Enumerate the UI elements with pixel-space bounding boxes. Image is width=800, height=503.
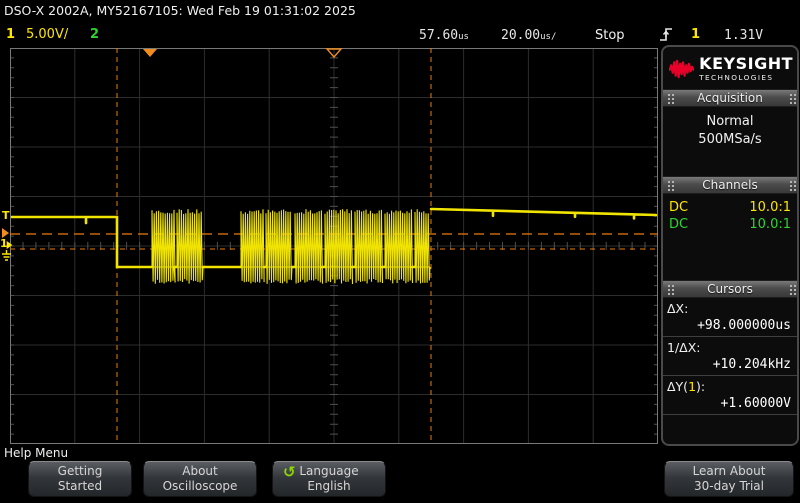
channel1-trace-burst: [152, 209, 430, 284]
dy-label: ΔY(1):: [667, 379, 793, 394]
cursor-invdx: 1/ΔX: +10.204kHz: [663, 337, 797, 376]
acquisition-mode: Normal: [663, 113, 797, 131]
trigger-source: 1: [691, 27, 700, 42]
oscilloscope-screen: DSO-X 2002A, MY52167105: Wed Feb 19 01:3…: [0, 0, 800, 503]
channel1-badge[interactable]: 1: [6, 27, 15, 42]
logo-sub-text: TECHNOLOGIES: [699, 74, 793, 81]
invdx-value: +10.204kHz: [667, 355, 793, 373]
softkey-label: English: [273, 479, 385, 494]
logo-brand-text: KEYSIGHT: [699, 56, 793, 72]
dx-label: ΔX:: [667, 301, 793, 316]
softkey-getting-started[interactable]: Getting Started: [28, 461, 132, 497]
trigger-level: 1.31V: [724, 28, 763, 43]
acquisition-panel: Normal 500MSa/s: [663, 107, 797, 176]
sample-rate: 500MSa/s: [663, 131, 797, 149]
softkey-label: Getting: [29, 464, 131, 479]
channel2-badge[interactable]: 2: [90, 27, 99, 42]
language-refresh-icon: ↺: [283, 465, 296, 480]
delay-readout: 57.60us: [419, 28, 469, 43]
softkey-label: Started: [29, 479, 131, 494]
cursor-dx: ΔX: +98.000000us: [663, 298, 797, 337]
sidebar: KEYSIGHT TECHNOLOGIES Acquisition Normal…: [661, 45, 799, 446]
drag-grip-icon: [668, 285, 670, 287]
channel1-ground-arrow: [7, 241, 13, 249]
acquisition-header[interactable]: Acquisition: [663, 89, 797, 107]
trigger-level-marker[interactable]: T: [2, 211, 10, 221]
cursors-header[interactable]: Cursors: [663, 280, 797, 298]
rising-edge-trigger-icon: [660, 27, 673, 43]
channel1-row: DC 10.0:1: [663, 199, 797, 216]
drag-grip-icon: [790, 181, 792, 183]
channels-panel: DC 10.0:1 DC 10.0:1: [663, 194, 797, 280]
trigger-position-marker[interactable]: [143, 49, 157, 57]
drag-grip-icon: [790, 94, 792, 96]
keysight-logo: KEYSIGHT TECHNOLOGIES: [663, 47, 797, 89]
dy-value: +1.60000V: [667, 394, 793, 412]
softkey-learn-about-trial[interactable]: Learn About 30-day Trial: [664, 461, 794, 497]
ground-symbol-icon: [1, 250, 12, 262]
dx-value: +98.000000us: [667, 316, 793, 334]
keysight-logo-icon: [669, 54, 694, 84]
timebase-readout: 20.00us/: [501, 28, 556, 43]
channels-header[interactable]: Channels: [663, 176, 797, 194]
channel2-coupling: DC: [669, 217, 688, 232]
cursor-dy: ΔY(1): +1.60000V: [663, 376, 797, 415]
waveform-display[interactable]: [10, 48, 658, 444]
waveform-svg: [10, 48, 658, 444]
channel2-probe: 10.0:1: [749, 217, 791, 232]
softkey-about-oscilloscope[interactable]: About Oscilloscope: [143, 461, 257, 497]
channel1-probe: 10.0:1: [749, 200, 791, 215]
cursors-title: Cursors: [707, 282, 753, 296]
channel1-coupling: DC: [669, 200, 688, 215]
cursors-panel: ΔX: +98.000000us 1/ΔX: +10.204kHz ΔY(1):…: [663, 298, 797, 444]
run-state: Stop: [595, 28, 625, 43]
invdx-label: 1/ΔX:: [667, 340, 793, 355]
drag-grip-icon: [668, 94, 670, 96]
channel2-row: DC 10.0:1: [663, 216, 797, 233]
softkey-label: 30-day Trial: [665, 479, 793, 494]
acquisition-title: Acquisition: [697, 91, 763, 105]
channels-title: Channels: [702, 178, 758, 192]
channel1-scale[interactable]: 5.00V/: [26, 27, 68, 42]
softkey-label: Oscilloscope: [144, 479, 256, 494]
menu-title: Help Menu: [4, 446, 68, 460]
softkey-label: Learn About: [665, 464, 793, 479]
drag-grip-icon: [790, 285, 792, 287]
softkey-language[interactable]: ↺ Language English: [272, 461, 386, 497]
drag-grip-icon: [668, 181, 670, 183]
softkey-label: About: [144, 464, 256, 479]
status-row: 1 5.00V/ 2 57.60us 20.00us/ Stop 1 1.31V: [0, 25, 800, 45]
instrument-title: DSO-X 2002A, MY52167105: Wed Feb 19 01:3…: [4, 3, 356, 18]
